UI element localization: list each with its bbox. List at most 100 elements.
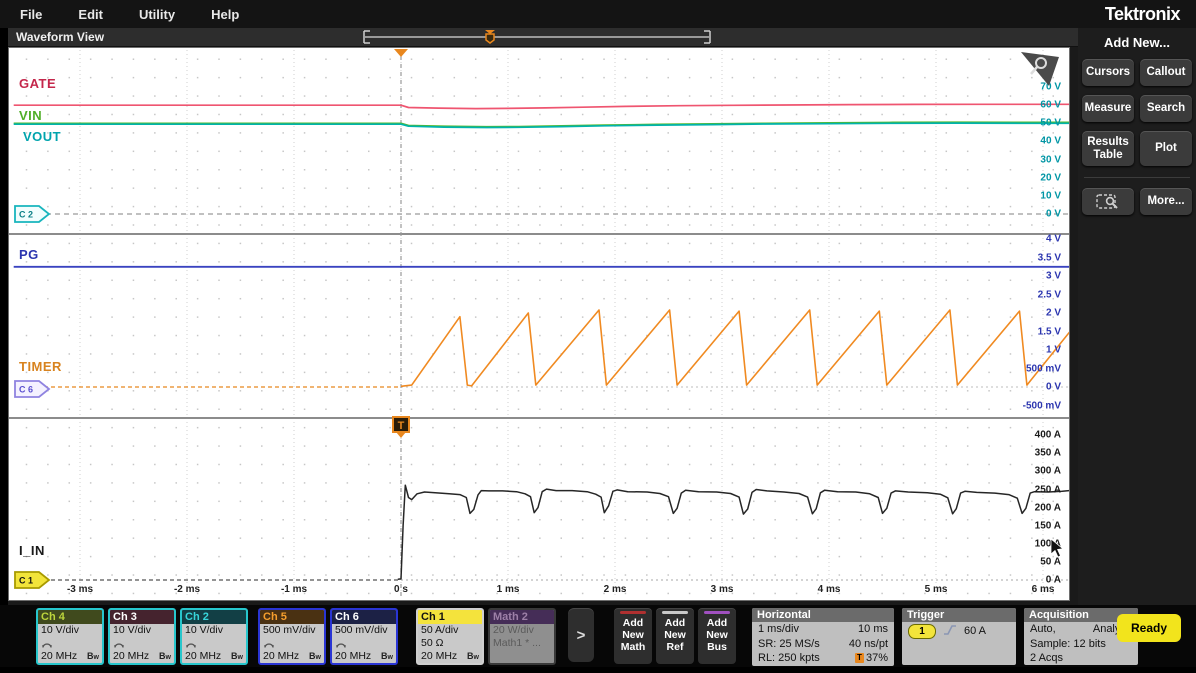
axis-label-voltage-low: 1 V bbox=[1046, 345, 1061, 356]
axis-label-voltage-high: 50 V bbox=[1040, 118, 1061, 129]
plot-button[interactable]: Plot bbox=[1140, 131, 1192, 166]
svg-text:T: T bbox=[398, 420, 405, 432]
horizontal-row: SR: 25 MS/s40 ns/pt bbox=[752, 637, 894, 652]
axis-label-voltage-low: -500 mV bbox=[1023, 400, 1061, 411]
axis-label-voltage-low: 3.5 V bbox=[1038, 252, 1061, 263]
search-button[interactable]: Search bbox=[1140, 95, 1192, 122]
channel-bandwidth: 20 MHzBw bbox=[38, 650, 102, 663]
sidebar-divider bbox=[1084, 177, 1190, 178]
more-button[interactable]: More... bbox=[1140, 188, 1192, 215]
channel-marker-c2[interactable]: C 2 bbox=[15, 206, 49, 222]
channel-bandwidth: 20 MHzBw bbox=[182, 650, 246, 663]
button-color-stripe bbox=[704, 611, 730, 614]
svg-text:C 2: C 2 bbox=[19, 210, 33, 220]
trace-label-vin: VIN bbox=[19, 108, 42, 123]
menu-item-utility[interactable]: Utility bbox=[139, 7, 175, 22]
horizontal-rows: 1 ms/div10 msSR: 25 MS/s40 ns/ptRL: 250 … bbox=[752, 622, 894, 666]
bandwidth-limit-icon: Bw bbox=[87, 650, 99, 664]
magnifier-handle-icon bbox=[1031, 67, 1037, 74]
button-color-stripe bbox=[620, 611, 646, 614]
time-tick-label: 2 ms bbox=[604, 584, 627, 595]
bandwidth-limit-icon: Bw bbox=[309, 650, 321, 664]
channel-badge-ch3[interactable]: Ch 310 V/div20 MHzBw bbox=[108, 608, 176, 665]
add-new-sidebar: Add New... CursorsCalloutMeasureSearchRe… bbox=[1078, 28, 1196, 605]
callout-button[interactable]: Callout bbox=[1140, 59, 1192, 86]
probe-icon bbox=[41, 639, 53, 648]
trace-label-i_in: I_IN bbox=[19, 543, 45, 558]
horizontal-minimap[interactable] bbox=[360, 30, 714, 44]
menu-items: File Edit Utility Help bbox=[0, 7, 239, 22]
axis-label-current: 300 A bbox=[1035, 466, 1061, 477]
add-new-ref-button[interactable]: AddNewRef bbox=[656, 608, 694, 664]
channel-detail bbox=[110, 637, 174, 650]
trigger-level-badge[interactable]: T bbox=[393, 417, 409, 438]
bandwidth-limit-icon: Bw bbox=[381, 650, 393, 664]
channel-scale: 500 mV/div bbox=[332, 624, 396, 637]
add-new-source-buttons: AddNewMathAddNewRefAddNewBus bbox=[614, 608, 736, 664]
trigger-position-arrow-icon[interactable] bbox=[394, 49, 408, 57]
axis-label-voltage-low: 500 mV bbox=[1026, 363, 1061, 374]
channel-bandwidth: 20 MHzBw bbox=[332, 650, 396, 663]
channel-badge-ch1[interactable]: Ch 150 A/div50 Ω20 MHzBw bbox=[416, 608, 484, 665]
add-new-bus-button[interactable]: AddNewBus bbox=[698, 608, 736, 664]
channel-badge-math2[interactable]: Math 220 W/divMath1 * ... bbox=[488, 608, 556, 665]
axis-label-current: 50 A bbox=[1040, 556, 1061, 567]
trace-vout bbox=[14, 123, 1069, 127]
results-table-button[interactable]: Results Table bbox=[1082, 131, 1134, 166]
channel-detail: Math1 * ... bbox=[490, 637, 554, 650]
waveform-plot[interactable]: TC 2C 6C 1 70 V60 V50 V40 V30 V20 V10 V0… bbox=[8, 47, 1070, 601]
bandwidth-limit-icon: Bw bbox=[159, 650, 171, 664]
channel-scale: 10 V/div bbox=[182, 624, 246, 637]
trace-label-vout: VOUT bbox=[23, 129, 61, 144]
add-new-heading: Add New... bbox=[1078, 28, 1196, 50]
channel-bandwidth bbox=[490, 650, 554, 663]
horizontal-row: RL: 250 kptsT37% bbox=[752, 651, 894, 666]
axis-label-voltage-high: 0 V bbox=[1046, 209, 1061, 220]
trigger-panel[interactable]: Trigger 1 60 A bbox=[902, 608, 1016, 665]
trace-i_in bbox=[398, 485, 1069, 579]
button-color-stripe bbox=[662, 611, 688, 614]
channel-badge-ch4[interactable]: Ch 410 V/div20 MHzBw bbox=[36, 608, 104, 665]
axis-label-current: 350 A bbox=[1035, 448, 1061, 459]
time-tick-label: 5 ms bbox=[925, 584, 948, 595]
channel-badge-ch6[interactable]: Ch 6500 mV/div20 MHzBw bbox=[330, 608, 398, 665]
channel-badge-ch2[interactable]: Ch 210 V/div20 MHzBw bbox=[180, 608, 248, 665]
time-tick-label: 1 ms bbox=[497, 584, 520, 595]
ready-status-button[interactable]: Ready bbox=[1117, 614, 1181, 642]
time-tick-label: -1 ms bbox=[281, 584, 307, 595]
rising-edge-icon bbox=[943, 624, 957, 636]
channel-badge-ch5[interactable]: Ch 5500 mV/div20 MHzBw bbox=[258, 608, 326, 665]
zoom-select-button[interactable] bbox=[1082, 188, 1134, 215]
axis-label-voltage-low: 0 V bbox=[1046, 382, 1061, 393]
axis-label-voltage-high: 10 V bbox=[1040, 190, 1061, 201]
menu-item-edit[interactable]: Edit bbox=[78, 7, 103, 22]
channel-marker-c6[interactable]: C 6 bbox=[15, 381, 49, 397]
channel-detail bbox=[182, 637, 246, 650]
channel-name: Ch 5 bbox=[260, 610, 324, 624]
channel-bandwidth: 20 MHzBw bbox=[418, 650, 482, 663]
channel-scale: 20 W/div bbox=[490, 624, 554, 637]
zoom-corner-widget[interactable] bbox=[1019, 50, 1063, 92]
time-tick-label: -3 ms bbox=[67, 584, 93, 595]
channel-name: Math 2 bbox=[490, 610, 554, 624]
add-new-math-button[interactable]: AddNewMath bbox=[614, 608, 652, 664]
waveform-panel: Waveform View TC 2C 6C 1 70 V60 V50 V40 … bbox=[8, 28, 1078, 605]
channel-detail bbox=[38, 637, 102, 650]
channel-detail: 50 Ω bbox=[418, 637, 482, 650]
menu-item-file[interactable]: File bbox=[20, 7, 42, 22]
menu-item-help[interactable]: Help bbox=[211, 7, 239, 22]
channel-marker-c1[interactable]: C 1 bbox=[15, 572, 49, 588]
horizontal-panel[interactable]: Horizontal 1 ms/div10 msSR: 25 MS/s40 ns… bbox=[752, 608, 894, 666]
zoom-select-icon bbox=[1095, 193, 1121, 211]
minimap-trigger-pin-icon[interactable] bbox=[486, 34, 494, 43]
trigger-panel-title: Trigger bbox=[902, 608, 1016, 622]
time-tick-label: 0 s bbox=[394, 584, 408, 595]
expand-badges-button[interactable]: > bbox=[568, 608, 594, 662]
axis-label-voltage-low: 2.5 V bbox=[1038, 289, 1061, 300]
cursors-button[interactable]: Cursors bbox=[1082, 59, 1134, 86]
probe-icon bbox=[113, 639, 125, 648]
trace-label-gate: GATE bbox=[19, 76, 56, 91]
svg-text:C 1: C 1 bbox=[19, 576, 33, 586]
acquisition-acqs: 2 Acqs bbox=[1030, 651, 1063, 665]
measure-button[interactable]: Measure bbox=[1082, 95, 1134, 122]
